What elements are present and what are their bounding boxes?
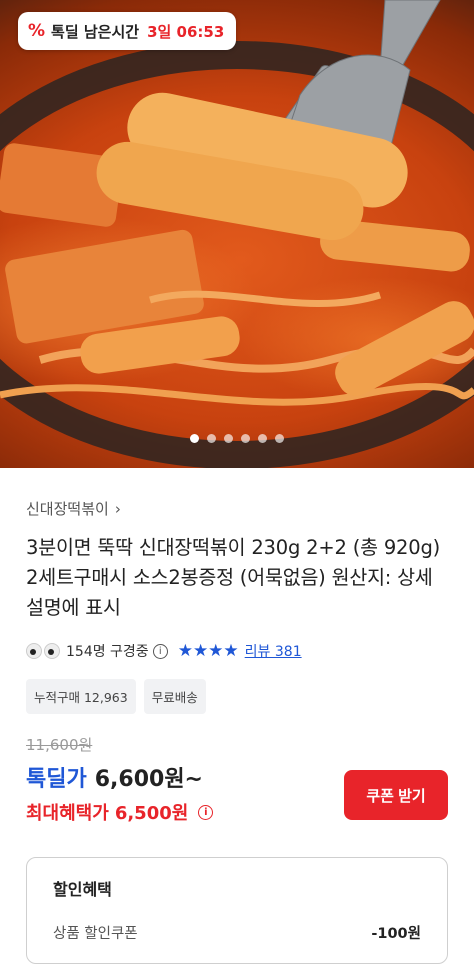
carousel-dot[interactable]: [275, 434, 284, 443]
product-image: [0, 0, 474, 468]
tag-list: 누적구매 12,963 무료배송: [26, 679, 448, 714]
brand-name: 신대장떡볶이: [26, 500, 109, 518]
benefit-row-value: -100원: [371, 926, 421, 942]
chevron-right-icon: ›: [114, 499, 121, 518]
discount-benefit-box: 할인혜택 상품 할인쿠폰 -100원: [26, 857, 448, 964]
rating-stars: ★★★★: [177, 641, 239, 661]
info-icon[interactable]: i: [152, 643, 168, 659]
viewer-count: 154명 구경중: [66, 644, 149, 660]
carousel-dot[interactable]: [224, 434, 233, 443]
deal-price-value: 6,600원~: [94, 767, 203, 792]
product-title: 3분이면 뚝딱 신대장떡볶이 230g 2+2 (총 920g) 2세트구매시 …: [26, 536, 441, 619]
carousel-dot[interactable]: [190, 434, 199, 443]
benefit-row-label: 상품 할인쿠폰: [53, 926, 138, 942]
carousel-dot[interactable]: [241, 434, 250, 443]
carousel-dot[interactable]: [207, 434, 216, 443]
brand-link[interactable]: 신대장떡볶이 ›: [26, 498, 448, 519]
product-image-carousel[interactable]: % 톡딜 남은시간 3일 06:53: [0, 0, 474, 468]
price-section: 11,600원 톡딜가 6,600원~ 최대혜택가 6,500원 i 쿠폰 받기: [26, 734, 448, 825]
carousel-dot[interactable]: [258, 434, 267, 443]
product-info: 신대장떡볶이 › 3분이면 뚝딱 신대장떡볶이 230g 2+2 (총 920g…: [0, 498, 474, 964]
timer-label: 톡딜 남은시간: [51, 22, 140, 41]
carousel-indicator: [0, 434, 474, 443]
timer-value: 3일 06:53: [147, 22, 225, 41]
benefit-title: 할인혜택: [53, 880, 112, 899]
deal-timer-badge: % 톡딜 남은시간 3일 06:53: [18, 12, 237, 50]
coupon-download-button[interactable]: 쿠폰 받기: [344, 770, 448, 820]
original-price: 11,600원: [26, 736, 93, 754]
max-benefit-label: 최대혜택가: [26, 803, 109, 824]
tag-cumulative-purchases: 누적구매 12,963: [26, 679, 136, 714]
eyes-icon: [26, 643, 60, 659]
viewers-row: 154명 구경중 i ★★★★ 리뷰 381: [26, 641, 448, 661]
deal-price-label: 톡딜가: [26, 767, 87, 792]
percent-icon: %: [28, 21, 46, 41]
info-icon[interactable]: i: [198, 804, 214, 820]
max-benefit-value: 6,500원: [114, 803, 189, 824]
review-link[interactable]: 리뷰 381: [245, 641, 302, 661]
tag-free-shipping: 무료배송: [143, 679, 206, 714]
benefit-row: 상품 할인쿠폰 -100원: [53, 922, 421, 943]
